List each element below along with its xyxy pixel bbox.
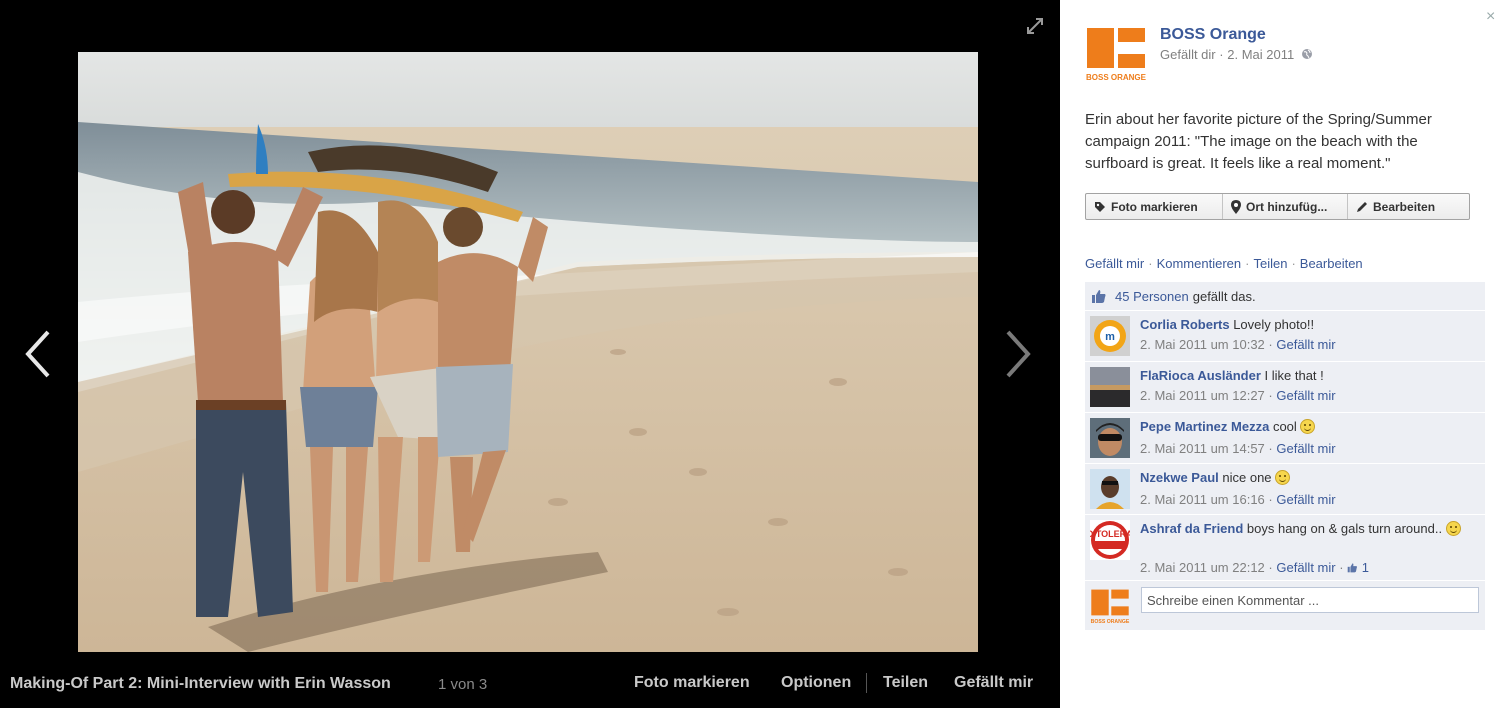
comment-item: Pepe Martinez Mezza cool 2. Mai 2011 um … — [1085, 412, 1485, 463]
comment-text: boys hang on & gals turn around.. — [1246, 521, 1443, 536]
comment-text: nice one — [1222, 470, 1272, 485]
comment-time[interactable]: 2. Mai 2011 um 22:12 — [1140, 560, 1265, 575]
page-logo-text: BOSS ORANGE — [1086, 73, 1147, 82]
like-action[interactable]: Gefällt mir — [1085, 256, 1144, 271]
action-separator: · — [1291, 256, 1296, 271]
viewer-bottom-bar: Making-Of Part 2: Mini-Interview with Er… — [0, 660, 1060, 708]
expand-icon — [1027, 18, 1043, 34]
own-avatar[interactable]: BOSS ORANGE — [1090, 587, 1130, 627]
tag-icon — [1095, 201, 1105, 212]
post-actions: Gefällt mir · Kommentieren · Teilen · Bearbeit… — [1085, 256, 1363, 271]
location-pin-icon — [1231, 199, 1241, 214]
likes-page-label: Gefällt dir — [1160, 47, 1216, 62]
globe-icon[interactable] — [1301, 48, 1313, 60]
avatar[interactable] — [1090, 367, 1130, 407]
tag-photo-button[interactable]: Foto markieren — [1086, 194, 1223, 219]
add-location-button[interactable]: Ort hinzufüg... — [1223, 194, 1348, 219]
share-link[interactable]: Teilen — [883, 674, 928, 692]
divider — [866, 673, 867, 693]
comment-item: m Corlia Roberts Lovely photo!! 2. Mai 2… — [1085, 310, 1485, 361]
smiley-icon — [1275, 470, 1291, 485]
likes-count[interactable]: 45 Personen — [1115, 289, 1189, 304]
add-location-label: Ort hinzufüg... — [1246, 199, 1328, 214]
new-comment-row: BOSS ORANGE — [1085, 580, 1485, 630]
comment-like-link[interactable]: Gefällt mir — [1276, 388, 1335, 403]
next-photo-button[interactable] — [998, 326, 1038, 386]
comment-input[interactable] — [1141, 587, 1479, 613]
page-name[interactable]: BOSS Orange — [1160, 26, 1266, 44]
comment-author[interactable]: Pepe Martinez Mezza — [1140, 419, 1269, 434]
photo-counter: 1 von 3 — [438, 676, 488, 693]
comment-text: Lovely photo!! — [1233, 317, 1315, 332]
edit-action[interactable]: Bearbeiten — [1300, 256, 1363, 271]
chevron-right-icon — [1006, 330, 1031, 378]
page-logo[interactable]: BOSS ORANGE — [1085, 26, 1147, 84]
tag-photo-link[interactable]: Foto markieren — [634, 674, 750, 692]
avatar[interactable] — [1090, 418, 1130, 458]
options-link[interactable]: Optionen — [781, 674, 851, 692]
share-action[interactable]: Teilen — [1253, 256, 1287, 271]
smiley-icon — [1300, 419, 1316, 434]
pencil-icon — [1357, 201, 1367, 212]
avatar[interactable] — [1090, 469, 1130, 509]
comment-time[interactable]: 2. Mai 2011 um 10:32 — [1140, 337, 1265, 352]
comment-item: FlaRioca Ausländer I like that ! 2. Mai … — [1085, 361, 1485, 412]
comment-item: Nzekwe Paul nice one 2. Mai 2011 um 16:1… — [1085, 463, 1485, 514]
avatar[interactable]: m — [1090, 316, 1130, 356]
tag-photo-label: Foto markieren — [1111, 199, 1198, 214]
avatar[interactable]: ZERO TOLERANCE — [1090, 520, 1130, 560]
comment-author[interactable]: FlaRioca Ausländer — [1140, 368, 1261, 383]
likes-summary: 45 Personen gefällt das. — [1085, 282, 1485, 310]
meta-separator: · — [1219, 47, 1224, 62]
comment-text: I like that ! — [1264, 368, 1324, 383]
thumbs-up-icon — [1347, 563, 1358, 573]
close-button[interactable]: × — [1486, 8, 1495, 26]
comment-author[interactable]: Corlia Roberts — [1140, 317, 1230, 332]
edit-button[interactable]: Bearbeiten — [1348, 194, 1469, 219]
likes-suffix: gefällt das. — [1192, 288, 1256, 304]
comment-text: cool — [1272, 419, 1297, 434]
photo-caption: Making-Of Part 2: Mini-Interview with Er… — [10, 675, 391, 692]
edit-label: Bearbeiten — [1373, 199, 1436, 214]
like-link[interactable]: Gefällt mir — [954, 674, 1033, 692]
comment-like-link[interactable]: Gefällt mir — [1276, 492, 1335, 507]
comment-time[interactable]: 2. Mai 2011 um 14:57 — [1140, 441, 1265, 456]
comment-author[interactable]: Nzekwe Paul — [1140, 470, 1219, 485]
comment-action[interactable]: Kommentieren — [1157, 256, 1242, 271]
photo-viewer: Making-Of Part 2: Mini-Interview with Er… — [0, 0, 1060, 708]
smiley-icon — [1445, 521, 1461, 536]
own-avatar-text: BOSS ORANGE — [1091, 619, 1130, 625]
post-date[interactable]: 2. Mai 2011 — [1227, 47, 1294, 62]
action-separator: · — [1148, 256, 1153, 271]
comment-like-link[interactable]: Gefällt mir — [1276, 560, 1335, 575]
previous-photo-button[interactable] — [18, 326, 58, 386]
comment-time[interactable]: 2. Mai 2011 um 12:27 — [1140, 388, 1265, 403]
comment-like-link[interactable]: Gefällt mir — [1276, 441, 1335, 456]
comment-like-link[interactable]: Gefällt mir — [1276, 337, 1335, 352]
chevron-left-icon — [25, 330, 50, 378]
photo-description: Erin about her favorite picture of the S… — [1085, 111, 1432, 172]
comment-author[interactable]: Ashraf da Friend — [1140, 521, 1243, 536]
action-separator: · — [1245, 256, 1250, 271]
comment-time[interactable]: 2. Mai 2011 um 16:16 — [1140, 492, 1265, 507]
fullscreen-button[interactable] — [1024, 15, 1046, 37]
comment-like-number: 1 — [1361, 560, 1370, 575]
post-meta: Gefällt dir · 2. Mai 2011 — [1160, 47, 1313, 62]
comment-item: ZERO TOLERANCE Ashraf da Friend boys han… — [1085, 514, 1485, 580]
comment-like-count[interactable]: 1 — [1347, 560, 1369, 575]
photo-toolbar: Foto markieren Ort hinzufüg... Bearbeite… — [1085, 193, 1470, 220]
beach-photo[interactable] — [78, 52, 978, 652]
thumbs-up-icon — [1092, 290, 1106, 303]
svg-text:m: m — [1105, 331, 1115, 343]
avatar-text: ZERO TOLERANCE — [1090, 529, 1130, 539]
